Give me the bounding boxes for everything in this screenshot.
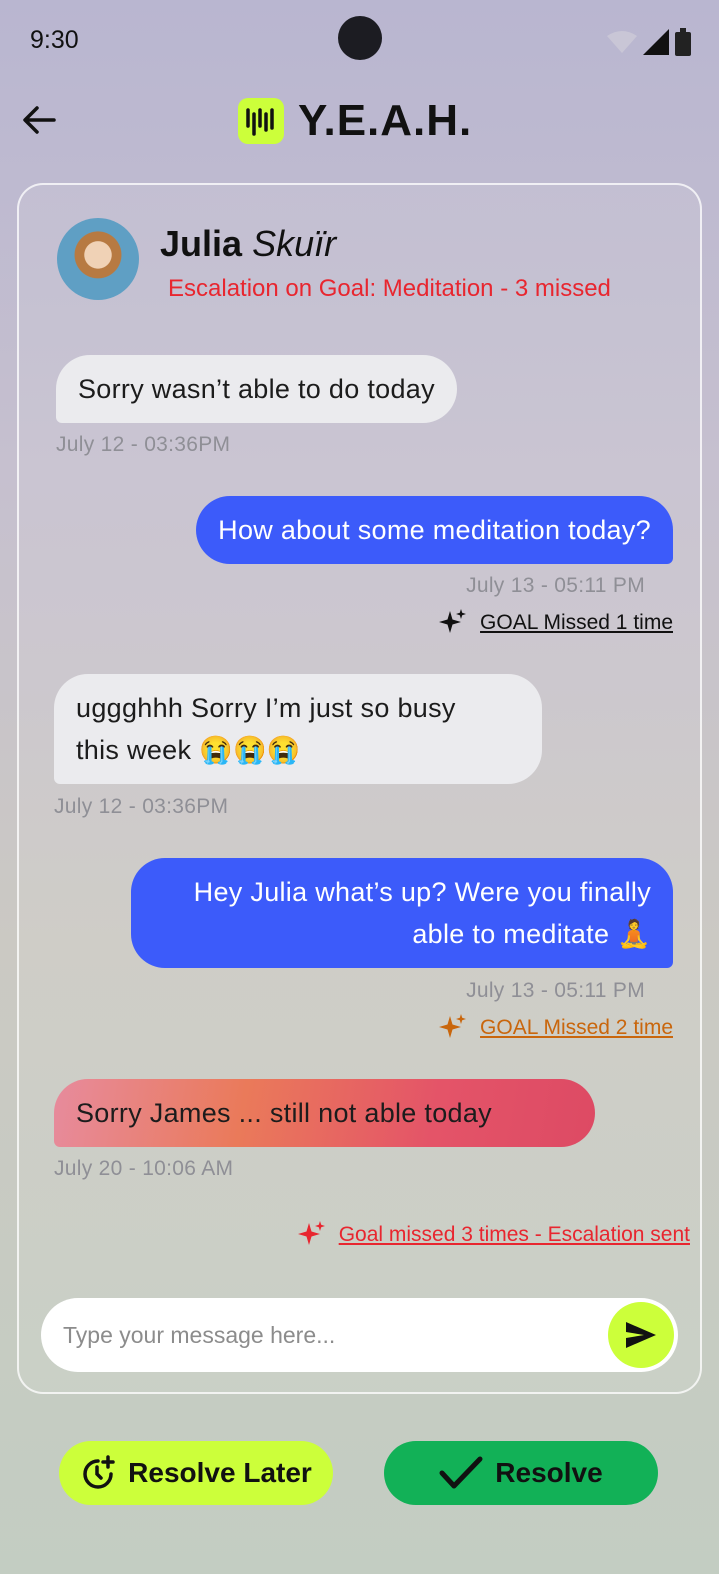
camera-cutout — [338, 16, 382, 60]
message-bubble-outgoing: How about some meditation today? — [196, 496, 673, 564]
message-bubble-outgoing: Hey Julia what’s up? Were you finally ab… — [131, 858, 673, 968]
resolve-later-label: Resolve Later — [128, 1457, 312, 1488]
message-timestamp: July 12 - 03:36PM — [54, 795, 229, 818]
send-icon — [626, 1322, 656, 1348]
app-logo: Y.E.A.H. — [238, 96, 472, 146]
logo-icon — [238, 98, 284, 144]
message-text-line-2: this week 😭😭😭 — [76, 735, 301, 765]
goal-missed-text: GOAL Missed 2 time — [480, 1016, 673, 1039]
back-arrow-icon — [23, 106, 56, 134]
wifi-icon — [607, 31, 637, 53]
contact-first-name: Julia — [160, 223, 243, 264]
message-text-line-1: Hey Julia what’s up? Were you finally — [193, 877, 651, 907]
signal-icon — [643, 29, 669, 55]
status-icons — [607, 28, 691, 56]
message-text-line-2: able to meditate 🧘 — [412, 919, 651, 949]
avatar[interactable] — [57, 218, 139, 300]
contact-last-name: Skuïr — [252, 223, 337, 264]
escalation-note-text: Goal missed 3 times - Escalation sent — [338, 1223, 690, 1246]
escalation-status: Escalation on Goal: Meditation - 3 misse… — [168, 275, 611, 302]
message-bubble-incoming: Sorry wasn’t able to do today — [56, 355, 457, 423]
message-text: Sorry James ... still not able today — [76, 1098, 492, 1128]
app-header: Y.E.A.H. — [0, 90, 719, 150]
message-text-line-1: uggghhh Sorry I’m just so busy — [76, 693, 456, 723]
goal-missed-note[interactable]: GOAL Missed 1 time — [438, 608, 673, 638]
status-bar: 9:30 — [0, 0, 719, 80]
clock-plus-icon — [83, 1455, 115, 1489]
message-bubble-incoming-alert: Sorry James ... still not able today — [54, 1079, 595, 1147]
message-text: How about some meditation today? — [218, 515, 651, 545]
message-bubble-incoming: uggghhh Sorry I’m just so busy this week… — [54, 674, 542, 784]
back-button[interactable] — [18, 100, 60, 140]
escalation-note[interactable]: Goal missed 3 times - Escalation sent — [297, 1220, 690, 1250]
goal-missed-note[interactable]: GOAL Missed 2 time — [438, 1013, 673, 1043]
sparkle-icon — [297, 1221, 325, 1245]
message-input[interactable] — [63, 1298, 583, 1372]
message-timestamp: July 13 - 05:11 PM — [466, 979, 645, 1002]
send-button[interactable] — [608, 1302, 674, 1368]
logo-text: Y.E.A.H. — [298, 96, 473, 145]
sparkle-icon — [439, 609, 467, 633]
check-icon — [439, 1456, 483, 1489]
sparkle-icon — [439, 1014, 467, 1038]
message-timestamp: July 13 - 05:11 PM — [466, 574, 645, 597]
resolve-label: Resolve — [495, 1457, 603, 1488]
resolve-later-button[interactable]: Resolve Later — [59, 1441, 333, 1505]
chat-card: Julia Skuïr Escalation on Goal: Meditati… — [17, 183, 702, 1394]
battery-icon — [675, 28, 691, 56]
message-timestamp: July 12 - 03:36PM — [56, 433, 231, 456]
message-text: Sorry wasn’t able to do today — [78, 374, 435, 404]
status-time: 9:30 — [30, 26, 79, 54]
goal-missed-text: GOAL Missed 1 time — [480, 611, 673, 634]
message-composer — [41, 1298, 678, 1372]
message-timestamp: July 20 - 10:06 AM — [54, 1157, 234, 1180]
resolve-button[interactable]: Resolve — [384, 1441, 658, 1505]
contact-name: Julia Skuïr — [160, 223, 336, 265]
